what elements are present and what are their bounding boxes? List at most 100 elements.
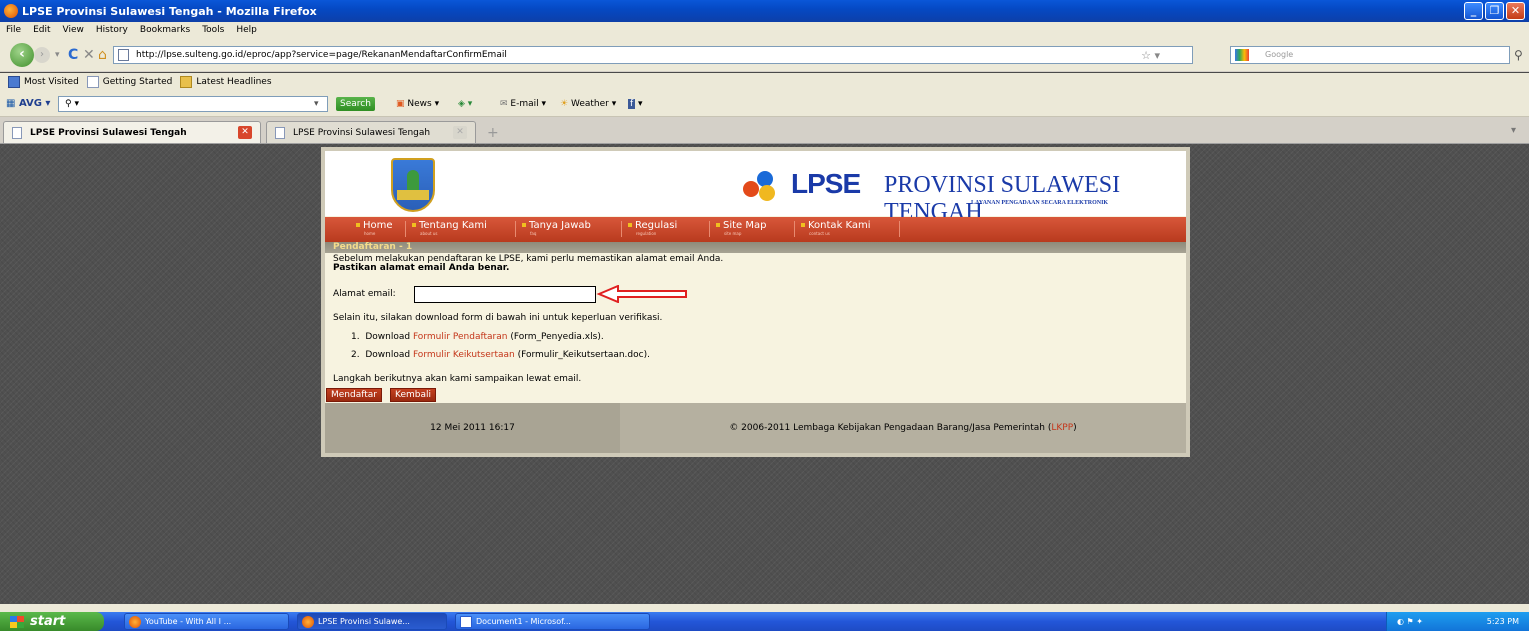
- list-item: 1. Download Formulir Pendaftaran (Form_P…: [351, 332, 604, 342]
- avg-dropdown-icon[interactable]: ▾: [314, 97, 319, 111]
- firefox-icon: [129, 616, 141, 628]
- reload-icon[interactable]: C: [68, 48, 78, 62]
- email-field[interactable]: [414, 286, 596, 303]
- menu-help[interactable]: Help: [236, 25, 257, 35]
- bookmark-label: Latest Headlines: [196, 77, 272, 87]
- menu-bookmarks[interactable]: Bookmarks: [140, 25, 190, 35]
- avg-toolbar: ▦ AVG ▾ ⚲ ▾ ▾ Search ▣ News ▾ ◈ ▾ ✉ E-ma…: [0, 91, 1529, 117]
- task-youtube[interactable]: YouTube - With All I ...: [124, 613, 289, 630]
- status-bar: [0, 604, 1529, 612]
- word-icon: [460, 616, 472, 628]
- next-step-text: Langkah berikutnya akan kami sampaikan l…: [333, 374, 582, 384]
- start-button[interactable]: start: [0, 612, 104, 631]
- tray-icons[interactable]: ◐ ⚑ ✦: [1397, 612, 1423, 631]
- facebook-icon[interactable]: f ▾: [628, 97, 643, 111]
- footer-date: 12 Mei 2011 16:17: [325, 403, 620, 453]
- bookmarks-toolbar: Most Visited Getting Started Latest Head…: [0, 73, 1529, 91]
- windows-taskbar: start YouTube - With All I ... LPSE Prov…: [0, 612, 1529, 631]
- tab-list-icon[interactable]: ▾: [1511, 125, 1525, 141]
- nav-tentang-kami[interactable]: Tentang Kami about us: [412, 220, 487, 238]
- nav-home[interactable]: Home home: [356, 220, 393, 238]
- red-arrow-annotation: [596, 285, 687, 303]
- url-text: http://lpse.sulteng.go.id/eproc/app?serv…: [136, 50, 507, 60]
- back-page-button[interactable]: Kembali: [390, 388, 436, 402]
- close-button[interactable]: ✕: [1506, 2, 1525, 20]
- tab-lpse[interactable]: LPSE Provinsi Sulawesi Tengah ✕: [266, 121, 476, 143]
- page-icon: [86, 76, 99, 88]
- bookmark-latest-headlines[interactable]: Latest Headlines: [180, 76, 272, 88]
- bookmark-label: Most Visited: [24, 77, 79, 87]
- site-footer: 12 Mei 2011 16:17 © 2006-2011 Lembaga Ke…: [325, 403, 1186, 453]
- menu-file[interactable]: File: [6, 25, 21, 35]
- task-lpse[interactable]: LPSE Provinsi Sulawe...: [297, 613, 447, 630]
- tab-label: LPSE Provinsi Sulawesi Tengah: [293, 128, 431, 138]
- menu-edit[interactable]: Edit: [33, 25, 50, 35]
- search-input[interactable]: Google: [1230, 46, 1510, 64]
- forward-button[interactable]: ›: [34, 47, 50, 63]
- navigation-toolbar: ‹ › ▾ C ✕ ⌂ http://lpse.sulteng.go.id/ep…: [0, 38, 1529, 72]
- lpse-logo-icon: [743, 171, 793, 201]
- firefox-icon: [302, 616, 314, 628]
- new-tab-icon[interactable]: +: [487, 125, 505, 141]
- section-title: Pendaftaran - 1: [325, 242, 1186, 253]
- avg-link-icon[interactable]: ◈ ▾: [458, 97, 472, 111]
- nav-site-map[interactable]: Site Map site map: [716, 220, 766, 238]
- search-placeholder: Google: [1265, 50, 1294, 59]
- menu-history[interactable]: History: [96, 25, 128, 35]
- window-title: LPSE Provinsi Sulawesi Tengah - Mozilla …: [22, 4, 317, 18]
- bookmark-most-visited[interactable]: Most Visited: [8, 76, 79, 88]
- site-nav: Home home Tentang Kami about us Tanya Jawa…: [325, 217, 1186, 242]
- nav-tanya-jawab[interactable]: Tanya Jawab faq: [522, 220, 591, 238]
- page-icon: [118, 49, 129, 61]
- download-intro: Selain itu, silakan download form di baw…: [333, 313, 663, 323]
- browser-content: LPSE PROVINSI SULAWESI TENGAH LAYANAN PE…: [0, 144, 1529, 612]
- page-icon: [12, 127, 22, 139]
- minimize-button[interactable]: _: [1464, 2, 1483, 20]
- firefox-icon: [4, 4, 18, 18]
- avg-weather-button[interactable]: ☀ Weather ▾: [560, 97, 616, 111]
- task-document1[interactable]: Document1 - Microsof...: [455, 613, 650, 630]
- avg-email-button[interactable]: ✉ E-mail ▾: [500, 97, 546, 111]
- province-crest-icon: [391, 158, 435, 212]
- back-button[interactable]: ‹: [10, 43, 34, 67]
- avg-search-button[interactable]: Search: [336, 97, 375, 111]
- menu-view[interactable]: View: [63, 25, 84, 35]
- bookmark-getting-started[interactable]: Getting Started: [86, 76, 172, 88]
- rss-folder-icon: [180, 76, 193, 88]
- register-button[interactable]: Mendaftar: [326, 388, 382, 402]
- site-tagline: LAYANAN PENGADAAN SECARA ELEKTRONIK: [971, 200, 1109, 206]
- system-tray: ◐ ⚑ ✦ 5:23 PM: [1386, 612, 1529, 631]
- intro-bold-text: Pastikan alamat email Anda benar.: [333, 263, 510, 273]
- lkpp-link[interactable]: LKPP: [1051, 423, 1073, 433]
- avg-news-button[interactable]: ▣ News ▾: [396, 97, 439, 111]
- formulir-keikutsertaan-link[interactable]: Formulir Keikutsertaan: [413, 350, 515, 360]
- google-icon: [1235, 49, 1249, 61]
- history-dropdown-icon[interactable]: ▾: [55, 48, 60, 62]
- email-label: Alamat email:: [333, 289, 396, 299]
- formulir-pendaftaran-link[interactable]: Formulir Pendaftaran: [413, 332, 508, 342]
- url-bar[interactable]: http://lpse.sulteng.go.id/eproc/app?serv…: [113, 46, 1193, 64]
- clock: 5:23 PM: [1486, 617, 1519, 626]
- menu-bar: File Edit View History Bookmarks Tools H…: [0, 22, 1529, 38]
- lpse-page: LPSE PROVINSI SULAWESI TENGAH LAYANAN PE…: [321, 147, 1190, 457]
- bookmark-star-icon[interactable]: ☆ ▾: [1141, 48, 1160, 64]
- tab-close-icon[interactable]: ✕: [453, 126, 467, 139]
- home-icon[interactable]: ⌂: [98, 48, 107, 62]
- site-header: LPSE PROVINSI SULAWESI TENGAH LAYANAN PE…: [325, 151, 1186, 225]
- window-title-bar: LPSE Provinsi Sulawesi Tengah - Mozilla …: [0, 0, 1529, 22]
- list-item: 2. Download Formulir Keikutsertaan (Form…: [351, 350, 650, 360]
- maximize-button[interactable]: ❐: [1485, 2, 1504, 20]
- search-icon[interactable]: ⚲: [1514, 48, 1523, 62]
- windows-flag-icon: [10, 616, 24, 628]
- tab-bar: LPSE Provinsi Sulawesi Tengah ✕ LPSE Pro…: [0, 117, 1529, 144]
- tab-close-icon[interactable]: ✕: [238, 126, 252, 139]
- stop-icon[interactable]: ✕: [83, 48, 95, 62]
- avg-search-input[interactable]: ⚲ ▾: [58, 96, 328, 112]
- menu-tools[interactable]: Tools: [202, 25, 224, 35]
- tab-lpse-active[interactable]: LPSE Provinsi Sulawesi Tengah ✕: [3, 121, 261, 143]
- avg-logo[interactable]: ▦ AVG ▾: [6, 98, 50, 109]
- most-visited-icon: [8, 76, 20, 88]
- nav-regulasi[interactable]: Regulasi regulation: [628, 220, 677, 238]
- site-logo-text: LPSE: [791, 168, 861, 199]
- nav-kontak-kami[interactable]: Kontak Kami contact us: [801, 220, 871, 238]
